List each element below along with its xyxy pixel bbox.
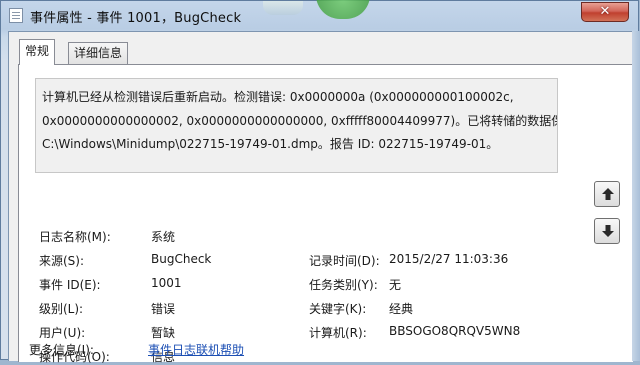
event-log-help-link[interactable]: 事件日志联机帮助 [148,341,244,358]
window-title: 事件属性 - 事件 1001，BugCheck [30,11,242,26]
event-id-value: 1001 [151,276,182,290]
task-category-label: 任务类别(Y): [309,278,378,292]
task-category-value: 无 [389,278,402,292]
keywords-label: 关键字(K): [309,302,367,316]
log-name-label: 日志名称(M): [39,230,111,244]
event-properties-window: 事件属性 - 事件 1001，BugCheck ✕ 常规 详细信息 计算机已经从… [0,0,640,364]
tab-general[interactable]: 常规 [19,39,56,65]
window-border-right [632,31,640,361]
computer-label: 计算机(R): [309,326,367,340]
title-bar[interactable]: 事件属性 - 事件 1001，BugCheck ✕ [1,0,638,31]
close-icon: ✕ [599,4,611,19]
user-label: 用户(U): [39,326,86,340]
logged-value: 2015/2/27 11:03:36 [389,252,509,266]
general-panel: 计算机已经从检测错误后重新启动。检测错误: 0x0000000a (0x0000… [18,64,633,364]
event-description[interactable]: 计算机已经从检测错误后重新启动。检测错误: 0x0000000a (0x0000… [35,78,558,173]
previous-event-button[interactable] [594,181,620,207]
log-name-value: 系统 [151,230,176,244]
background-glow [263,1,303,15]
tab-details[interactable]: 详细信息 [68,42,129,64]
user-value: 暂缺 [151,326,176,340]
document-icon [9,8,23,23]
more-info-label: 更多信息(I): [29,343,94,357]
description-line: 计算机已经从检测错误后重新启动。检测错误: 0x0000000a (0x0000… [42,90,514,104]
event-id-label: 事件 ID(E): [39,278,101,292]
logged-label: 记录时间(D): [309,254,380,268]
dialog-client-area: 常规 详细信息 计算机已经从检测错误后重新启动。检测错误: 0x0000000a… [8,31,633,364]
description-line: C:\Windows\Minidump\022715-19749-01.dmp。… [42,137,499,151]
next-event-button[interactable] [594,218,620,244]
arrow-up-icon [602,188,614,200]
computer-value: BBSOGO8QRQV5WN8 [389,324,521,338]
close-button[interactable]: ✕ [581,2,629,22]
keywords-value: 经典 [389,302,414,316]
background-glow-green [316,0,370,19]
level-value: 错误 [151,302,176,316]
source-label: 来源(S): [39,254,85,268]
description-line: 0x0000000000000002, 0x0000000000000000, … [42,113,558,128]
level-label: 级别(L): [39,302,84,316]
source-value: BugCheck [151,252,212,266]
arrow-down-icon [602,225,614,237]
